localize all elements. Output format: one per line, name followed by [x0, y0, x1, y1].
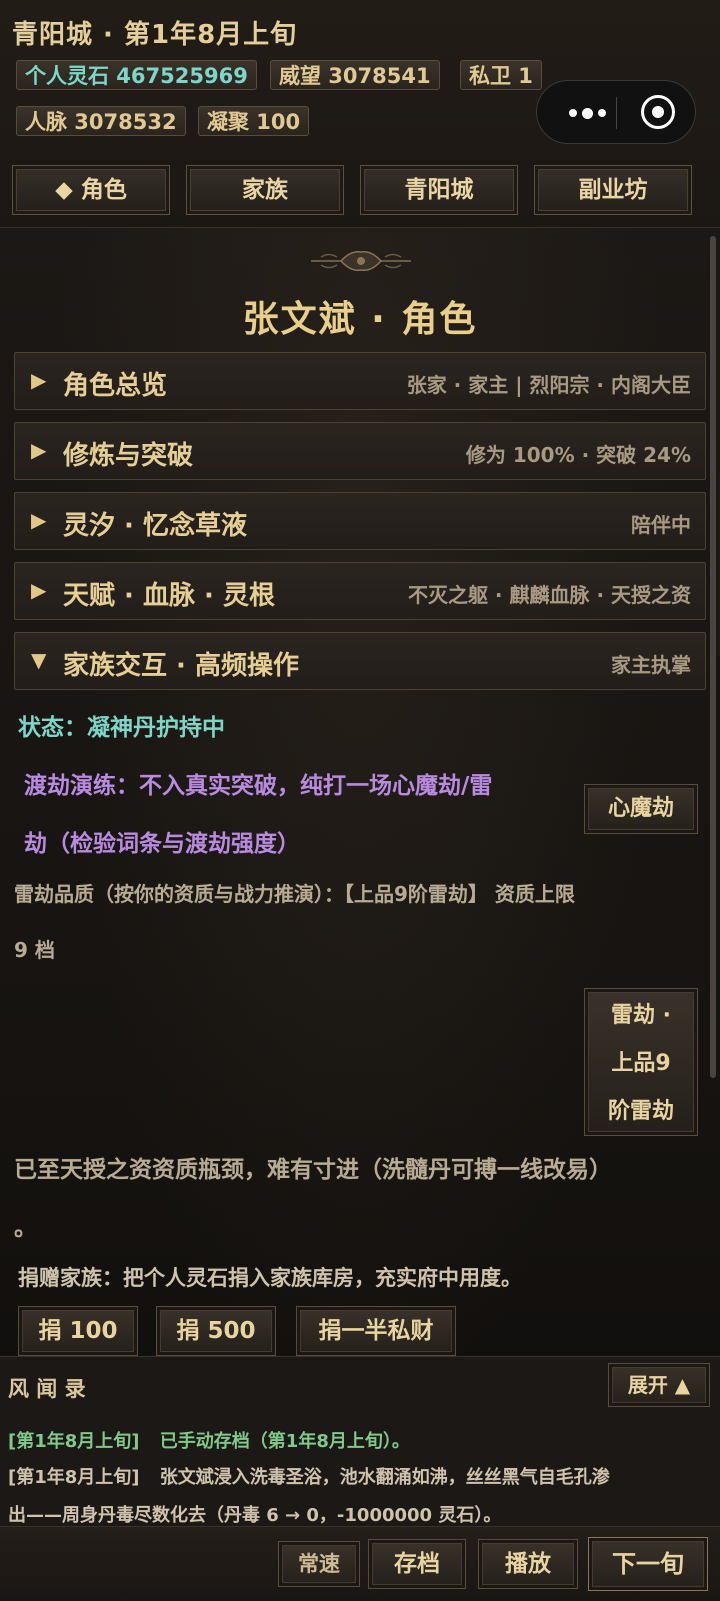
donate-500-button[interactable]: 捐 500 — [156, 1306, 276, 1356]
button-label: 上品9 — [611, 1051, 671, 1076]
spirit-stones-badge: 个人灵石 467525969 — [16, 60, 257, 90]
log-entry: [第1年8月上旬] 已手动存档（第1年8月上旬）。 — [8, 1427, 410, 1453]
expand-arrow-icon: ▶ — [31, 438, 47, 462]
tab-city[interactable]: 青阳城 — [360, 165, 518, 215]
section-meta: 修为 100% · 突破 24% — [465, 443, 691, 467]
donate-100-button[interactable]: 捐 100 — [18, 1306, 138, 1356]
section-meta: 张家 · 家主 | 烈阳宗 · 内阁大臣 — [406, 373, 691, 397]
thunder-quality-line1: 雷劫品质（按你的资质与战力推演）：【上品9阶雷劫】 资质上限 — [14, 882, 575, 906]
tab-family[interactable]: 家族 — [186, 165, 344, 215]
drill-text-line1: 渡劫演练：不入真实突破，纯打一场心魔劫/雷 — [24, 773, 493, 799]
log-entry-time: [第1年8月上旬] — [8, 1467, 140, 1488]
section-meta: 不灭之躯 · 麒麟血脉 · 天授之资 — [407, 583, 691, 607]
capsule-divider — [616, 97, 617, 129]
donate-half-button[interactable]: 捐一半私财 — [296, 1306, 456, 1356]
thunder-tribulation-button[interactable]: 雷劫 · 上品9 阶雷劫 — [584, 988, 698, 1136]
page-title: 张文斌 · 角色 — [242, 299, 478, 340]
log-entry-time: [第1年8月上旬] — [8, 1431, 140, 1452]
section-talent[interactable]: ▶ 天赋 · 血脉 · 灵根 不灭之躯 · 麒麟血脉 · 天授之资 — [14, 562, 706, 620]
section-character-overview[interactable]: ▶ 角色总览 张家 · 家主 | 烈阳宗 · 内阁大臣 — [14, 352, 706, 410]
donate-description: 捐赠家族：把个人灵石捐入家族库房，充实府中用度。 — [18, 1266, 522, 1290]
expand-arrow-icon: ▶ — [31, 578, 47, 602]
button-label: 阶雷劫 — [607, 1099, 674, 1124]
thunder-quality-line2: 9 档 — [14, 938, 55, 962]
play-button[interactable]: 播放 — [478, 1539, 578, 1589]
section-meta: 陪伴中 — [631, 513, 691, 537]
close-target-icon[interactable] — [641, 95, 675, 129]
mini-program-capsule — [536, 80, 696, 144]
log-entry-text: 已手动存档（第1年8月上旬）。 — [159, 1431, 410, 1452]
section-companion[interactable]: ▶ 灵汐 · 忆念草液 陪伴中 — [14, 492, 706, 550]
expand-arrow-icon: ▶ — [31, 368, 47, 392]
prestige-badge: 威望 3078541 — [270, 60, 440, 90]
next-turn-button[interactable]: 下一旬 — [588, 1537, 708, 1591]
ornament-icon — [311, 250, 411, 272]
bottleneck-line1: 已至天授之资资质瓶颈，难有寸进（洗髓丹可搏一线改易） — [14, 1157, 612, 1183]
drill-text-line2: 劫（检验词条与渡劫强度） — [24, 831, 300, 857]
bottom-toolbar: 常速 存档 播放 下一旬 — [0, 1526, 720, 1601]
log-entry-continued: 出——周身丹毒尽数化去（丹毒 6 → 0，-1000000 灵石）。 — [8, 1505, 502, 1526]
scrollbar[interactable] — [710, 236, 716, 1078]
button-label: 雷劫 · — [610, 1003, 672, 1028]
section-cultivation[interactable]: ▶ 修炼与突破 修为 100% · 突破 24% — [14, 422, 706, 480]
log-title: 风 闻 录 — [8, 1377, 86, 1401]
event-log-panel: 风 闻 录 展开 ▲ [第1年8月上旬] 已手动存档（第1年8月上旬）。 [第1… — [0, 1356, 720, 1527]
save-button[interactable]: 存档 — [368, 1539, 466, 1589]
section-title: 角色总览 — [63, 371, 168, 401]
more-icon[interactable] — [557, 103, 617, 123]
section-family-interaction[interactable]: ▼ 家族交互 · 高频操作 家主执掌 — [14, 632, 706, 690]
section-title: 天赋 · 血脉 · 灵根 — [63, 581, 275, 611]
section-title: 灵汐 · 忆念草液 — [63, 511, 247, 541]
location-date-title: 青阳城 · 第1年8月上旬 — [12, 20, 298, 50]
status-text: 状态：凝神丹护持中 — [18, 715, 225, 741]
heart-demon-button[interactable]: 心魔劫 — [584, 784, 698, 834]
top-header: 青阳城 · 第1年8月上旬 个人灵石 467525969 威望 3078541 … — [0, 0, 720, 228]
cohesion-badge: 凝聚 100 — [198, 106, 310, 136]
connections-badge: 人脉 3078532 — [16, 106, 186, 136]
section-meta: 家主执掌 — [611, 653, 691, 677]
expand-arrow-icon: ▶ — [31, 508, 47, 532]
log-entry: [第1年8月上旬] 张文斌浸入洗毒圣浴，池水翻涌如沸，丝丝黑气自毛孔渗 — [8, 1463, 610, 1489]
collapse-arrow-icon: ▼ — [31, 648, 47, 672]
tab-character[interactable]: ◆ 角色 — [12, 165, 170, 215]
log-entry-text: 张文斌浸入洗毒圣浴，池水翻涌如沸，丝丝黑气自毛孔渗 — [159, 1467, 610, 1488]
speed-button[interactable]: 常速 — [278, 1541, 360, 1587]
guards-badge: 私卫 1 — [460, 60, 542, 90]
bottleneck-line2: 。 — [14, 1215, 37, 1241]
section-title: 家族交互 · 高频操作 — [63, 651, 299, 681]
tab-workshop[interactable]: 副业坊 — [534, 165, 692, 215]
section-title: 修炼与突破 — [63, 441, 194, 471]
log-expand-button[interactable]: 展开 ▲ — [608, 1363, 710, 1407]
